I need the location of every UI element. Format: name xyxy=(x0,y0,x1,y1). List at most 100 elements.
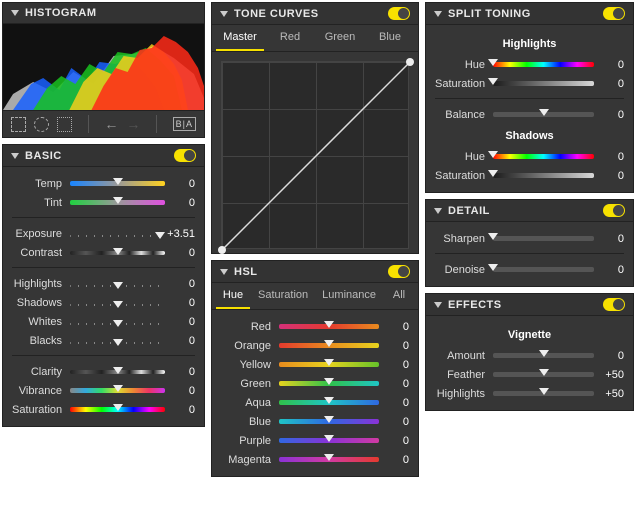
clarity-slider[interactable] xyxy=(70,370,165,374)
whites-slider[interactable] xyxy=(70,323,165,325)
st-sh-sat-slider[interactable] xyxy=(493,173,594,178)
histogram-toolbar: ← → B|A xyxy=(3,110,204,137)
tab-green[interactable]: Green xyxy=(316,25,364,51)
shadows-value: 0 xyxy=(167,297,195,309)
hsl-red-value: 0 xyxy=(381,321,409,333)
st-sh-sat-value: 0 xyxy=(596,170,624,182)
tab-red[interactable]: Red xyxy=(266,25,314,51)
effects-toggle[interactable] xyxy=(603,298,625,311)
crop-ellipse-icon[interactable] xyxy=(34,117,49,132)
hsl-green-value: 0 xyxy=(381,378,409,390)
contrast-row: Contrast 0 xyxy=(12,243,195,262)
highlights-slider[interactable] xyxy=(70,285,165,287)
shadows-slider[interactable] xyxy=(70,304,165,306)
curve-point-white[interactable] xyxy=(406,58,414,66)
hsl-orange-label: Orange xyxy=(221,340,277,352)
hsl-magenta-label: Magenta xyxy=(221,454,277,466)
tint-value: 0 xyxy=(167,197,195,209)
highlights-label: Highlights xyxy=(12,278,68,290)
vig-feather-value: +50 xyxy=(596,369,624,381)
st-balance-slider[interactable] xyxy=(493,112,594,117)
exposure-slider[interactable] xyxy=(70,235,165,237)
detail-toggle[interactable] xyxy=(603,204,625,217)
collapse-icon xyxy=(434,208,442,214)
split-toning-toggle[interactable] xyxy=(603,7,625,20)
tint-row: Tint 0 xyxy=(12,193,195,212)
vibrance-row: Vibrance 0 xyxy=(12,381,195,400)
st-hl-sat-value: 0 xyxy=(596,78,624,90)
effects-panel: EFFECTS Vignette Amount0 Feather+50 High… xyxy=(425,293,634,411)
saturation-label: Saturation xyxy=(12,404,68,416)
crop-rect-icon[interactable] xyxy=(11,117,26,132)
vig-feather-slider[interactable] xyxy=(493,372,594,377)
curve-editor[interactable] xyxy=(221,61,409,249)
exposure-value: +3.51 xyxy=(167,228,195,240)
effects-header[interactable]: EFFECTS xyxy=(426,294,633,316)
tab-saturation[interactable]: Saturation xyxy=(252,283,314,309)
tint-slider[interactable] xyxy=(70,200,165,205)
st-hl-hue-value: 0 xyxy=(596,59,624,71)
vig-highlights-slider[interactable] xyxy=(493,391,594,396)
hsl-toggle[interactable] xyxy=(388,265,410,278)
detail-panel: DETAIL Sharpen0 Denoise0 xyxy=(425,199,634,287)
hsl-green-slider[interactable] xyxy=(279,381,379,386)
tone-curves-header[interactable]: TONE CURVES xyxy=(212,3,418,25)
tab-all[interactable]: All xyxy=(384,283,414,309)
split-toning-header[interactable]: SPLIT TONING xyxy=(426,3,633,25)
contrast-slider[interactable] xyxy=(70,251,165,255)
before-after-button[interactable]: B|A xyxy=(173,117,196,131)
temp-row: Temp 0 xyxy=(12,174,195,193)
clarity-row: Clarity 0 xyxy=(12,362,195,381)
st-sh-hue-label: Hue xyxy=(435,151,491,163)
hsl-yellow-value: 0 xyxy=(381,359,409,371)
vibrance-value: 0 xyxy=(167,385,195,397)
hsl-blue-value: 0 xyxy=(381,416,409,428)
saturation-slider[interactable] xyxy=(70,407,165,412)
crop-freeform-icon[interactable] xyxy=(57,117,72,132)
hsl-purple-slider[interactable] xyxy=(279,438,379,443)
tab-blue[interactable]: Blue xyxy=(366,25,414,51)
temp-label: Temp xyxy=(12,178,68,190)
vig-amount-slider[interactable] xyxy=(493,353,594,358)
hsl-aqua-slider[interactable] xyxy=(279,400,379,405)
collapse-icon xyxy=(11,153,19,159)
tab-hue[interactable]: Hue xyxy=(216,283,250,309)
hsl-orange-slider[interactable] xyxy=(279,343,379,348)
undo-icon[interactable]: ← xyxy=(104,116,118,132)
redo-icon[interactable]: → xyxy=(126,116,140,132)
st-hl-sat-slider[interactable] xyxy=(493,81,594,86)
hsl-red-slider[interactable] xyxy=(279,324,379,329)
tab-master[interactable]: Master xyxy=(216,25,264,51)
st-sh-hue-slider[interactable] xyxy=(493,154,594,159)
tab-luminance[interactable]: Luminance xyxy=(316,283,382,309)
collapse-icon xyxy=(11,10,19,16)
basic-title: BASIC xyxy=(25,150,174,162)
curve-point-black[interactable] xyxy=(218,246,226,254)
hsl-yellow-slider[interactable] xyxy=(279,362,379,367)
denoise-value: 0 xyxy=(596,264,624,276)
hsl-magenta-slider[interactable] xyxy=(279,457,379,462)
hsl-blue-slider[interactable] xyxy=(279,419,379,424)
vibrance-slider[interactable] xyxy=(70,388,165,393)
vig-amount-label: Amount xyxy=(435,350,491,362)
denoise-slider[interactable] xyxy=(493,267,594,272)
detail-header[interactable]: DETAIL xyxy=(426,200,633,222)
st-hl-hue-slider[interactable] xyxy=(493,62,594,67)
sharpen-label: Sharpen xyxy=(435,233,491,245)
effects-title: EFFECTS xyxy=(448,299,603,311)
hsl-header[interactable]: HSL xyxy=(212,261,418,283)
histogram-title: HISTOGRAM xyxy=(25,7,196,19)
tone-curves-toggle[interactable] xyxy=(388,7,410,20)
hsl-magenta-value: 0 xyxy=(381,454,409,466)
st-balance-value: 0 xyxy=(596,109,624,121)
blacks-slider[interactable] xyxy=(70,342,165,344)
basic-header[interactable]: BASIC xyxy=(3,145,204,167)
basic-toggle[interactable] xyxy=(174,149,196,162)
whites-row: Whites 0 xyxy=(12,312,195,331)
histogram-header[interactable]: HISTOGRAM xyxy=(3,3,204,24)
sharpen-slider[interactable] xyxy=(493,236,594,241)
histogram-panel: HISTOGRAM ← xyxy=(2,2,205,138)
collapse-icon xyxy=(434,302,442,308)
blacks-row: Blacks 0 xyxy=(12,331,195,350)
temp-slider[interactable] xyxy=(70,181,165,186)
